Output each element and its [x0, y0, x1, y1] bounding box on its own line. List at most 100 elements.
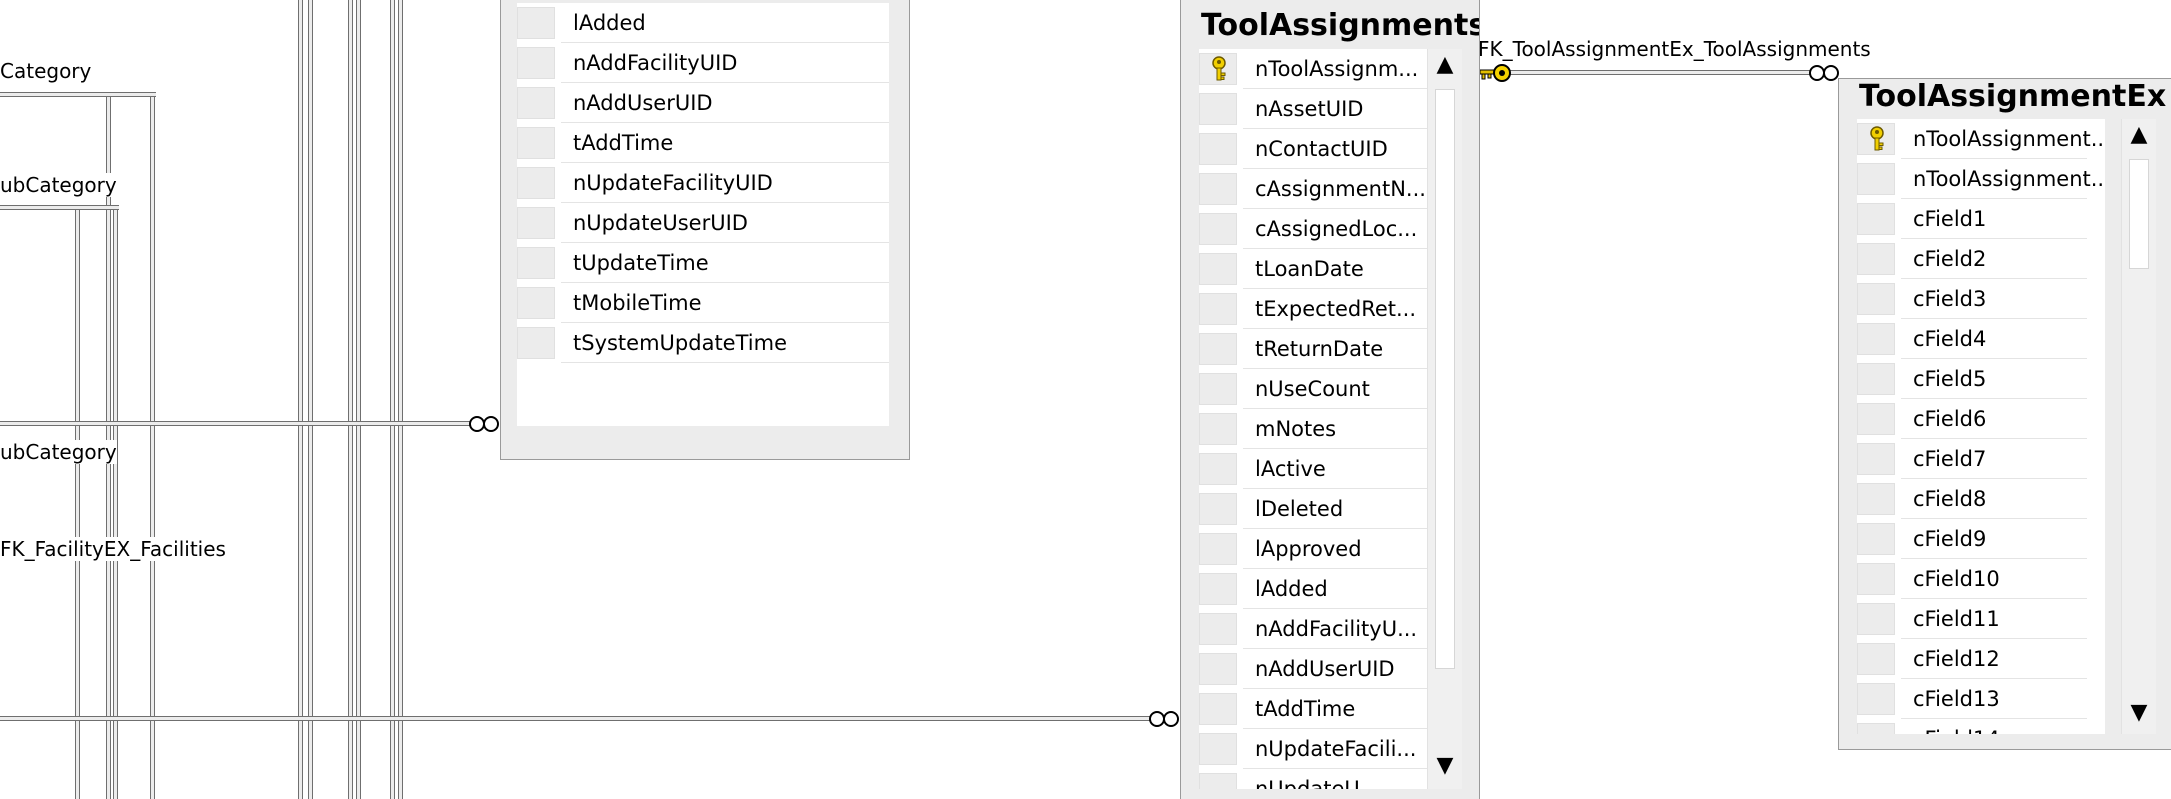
column-row[interactable]: cField13 — [1857, 679, 2105, 719]
scroll-up-arrow-icon[interactable]: ▲ — [1428, 51, 1462, 79]
row-selector[interactable] — [1857, 243, 1895, 275]
column-row[interactable]: nUpdateU... — [1199, 769, 1447, 789]
row-selector[interactable] — [1199, 293, 1237, 325]
row-selector[interactable] — [1199, 133, 1237, 165]
column-row[interactable]: cField6 — [1857, 399, 2105, 439]
row-selector[interactable] — [1199, 653, 1237, 685]
relationship-line[interactable] — [298, 0, 303, 799]
column-row[interactable]: nUpdateFacili... — [1199, 729, 1447, 769]
row-selector[interactable] — [1857, 483, 1895, 515]
row-selector[interactable] — [1199, 93, 1237, 125]
row-selector[interactable] — [1857, 443, 1895, 475]
relationship-line[interactable] — [356, 0, 361, 799]
row-selector[interactable] — [1857, 683, 1895, 715]
row-selector[interactable] — [1199, 253, 1237, 285]
column-row[interactable]: tMobileTime — [517, 283, 889, 323]
relationship-line[interactable] — [390, 0, 395, 799]
row-selector[interactable] — [517, 167, 555, 199]
relationship-line[interactable] — [398, 0, 403, 799]
row-selector[interactable] — [517, 47, 555, 79]
column-row[interactable]: nToolAssignment... — [1857, 159, 2105, 199]
table-toolassignmentex[interactable]: ToolAssignmentEx nToolAssignment... nTool… — [1838, 78, 2171, 750]
column-row[interactable]: cField11 — [1857, 599, 2105, 639]
row-selector[interactable] — [517, 127, 555, 159]
row-selector[interactable] — [1857, 723, 1895, 734]
column-row[interactable]: cField10 — [1857, 559, 2105, 599]
column-row[interactable]: tAddTime — [517, 123, 889, 163]
row-selector[interactable] — [1199, 573, 1237, 605]
column-row[interactable]: nAssetUID — [1199, 89, 1447, 129]
row-selector[interactable] — [1857, 163, 1895, 195]
row-selector[interactable] — [1199, 173, 1237, 205]
row-selector[interactable] — [517, 7, 555, 39]
row-selector[interactable] — [1199, 213, 1237, 245]
row-selector[interactable] — [517, 87, 555, 119]
row-selector[interactable] — [1199, 453, 1237, 485]
row-selector[interactable] — [1199, 613, 1237, 645]
column-row[interactable]: nUpdateUserUID — [517, 203, 889, 243]
column-row[interactable]: lActive — [1199, 449, 1447, 489]
relationship-line[interactable] — [348, 0, 353, 799]
row-selector[interactable] — [1199, 693, 1237, 725]
row-selector[interactable] — [1199, 533, 1237, 565]
relationship-line[interactable] — [0, 92, 156, 97]
column-row[interactable]: cField4 — [1857, 319, 2105, 359]
column-row[interactable]: mNotes — [1199, 409, 1447, 449]
column-row[interactable]: nToolAssignment... — [1857, 119, 2105, 159]
row-selector[interactable] — [517, 287, 555, 319]
column-row[interactable]: cField7 — [1857, 439, 2105, 479]
column-row[interactable]: nUpdateFacilityUID — [517, 163, 889, 203]
column-row[interactable]: cField2 — [1857, 239, 2105, 279]
row-selector[interactable] — [1199, 413, 1237, 445]
table-toolassignments[interactable]: ToolAssignments nToolAssignm... nAssetUID… — [1180, 0, 1480, 799]
row-selector[interactable] — [1199, 773, 1237, 789]
relationship-line[interactable] — [0, 421, 470, 426]
column-row[interactable]: cField14 — [1857, 719, 2105, 734]
vertical-scrollbar[interactable]: ▲ ▼ — [1427, 49, 1462, 789]
row-selector[interactable] — [1857, 403, 1895, 435]
column-row[interactable]: nAddUserUID — [517, 83, 889, 123]
row-selector[interactable] — [1857, 283, 1895, 315]
row-selector[interactable] — [1857, 323, 1895, 355]
row-selector[interactable] — [1857, 563, 1895, 595]
partial-table[interactable]: lAdded nAddFacilityUID nAddUserUID tAddTime… — [500, 0, 910, 460]
column-row[interactable]: tLoanDate — [1199, 249, 1447, 289]
column-row[interactable]: cField9 — [1857, 519, 2105, 559]
row-selector[interactable] — [1857, 363, 1895, 395]
scroll-down-arrow-icon[interactable]: ▼ — [2122, 699, 2156, 727]
row-selector[interactable] — [517, 327, 555, 359]
row-selector[interactable] — [1199, 373, 1237, 405]
scroll-down-arrow-icon[interactable]: ▼ — [1428, 752, 1462, 780]
column-row[interactable]: nAddFacilityUID — [517, 43, 889, 83]
column-row[interactable]: cField3 — [1857, 279, 2105, 319]
relationship-line[interactable] — [308, 0, 313, 799]
relationship-line[interactable] — [1498, 70, 1810, 75]
relationship-line[interactable] — [113, 205, 118, 799]
column-row[interactable]: cAssignmentN... — [1199, 169, 1447, 209]
row-selector[interactable] — [1857, 603, 1895, 635]
row-selector[interactable] — [1199, 493, 1237, 525]
column-row[interactable]: lApproved — [1199, 529, 1447, 569]
column-row[interactable]: tAddTime — [1199, 689, 1447, 729]
column-row[interactable]: lDeleted — [1199, 489, 1447, 529]
column-row[interactable]: nContactUID — [1199, 129, 1447, 169]
column-row[interactable]: nToolAssignm... — [1199, 49, 1447, 89]
row-selector[interactable] — [517, 207, 555, 239]
column-row[interactable]: lAdded — [1199, 569, 1447, 609]
row-selector[interactable] — [1199, 733, 1237, 765]
scrollbar-thumb[interactable] — [1435, 89, 1455, 669]
relationship-line[interactable] — [0, 205, 119, 210]
row-selector[interactable] — [517, 247, 555, 279]
relationship-line[interactable] — [75, 205, 80, 799]
column-row[interactable]: nAddFacilityU... — [1199, 609, 1447, 649]
column-row[interactable]: cField1 — [1857, 199, 2105, 239]
scrollbar-thumb[interactable] — [2129, 159, 2149, 269]
row-selector[interactable] — [1857, 523, 1895, 555]
vertical-scrollbar[interactable]: ▲ ▼ — [2121, 119, 2156, 734]
column-row[interactable]: cField5 — [1857, 359, 2105, 399]
row-selector[interactable] — [1857, 643, 1895, 675]
column-row[interactable]: lAdded — [517, 3, 889, 43]
column-row[interactable]: cAssignedLoc... — [1199, 209, 1447, 249]
column-row[interactable]: tUpdateTime — [517, 243, 889, 283]
column-row[interactable]: cField8 — [1857, 479, 2105, 519]
